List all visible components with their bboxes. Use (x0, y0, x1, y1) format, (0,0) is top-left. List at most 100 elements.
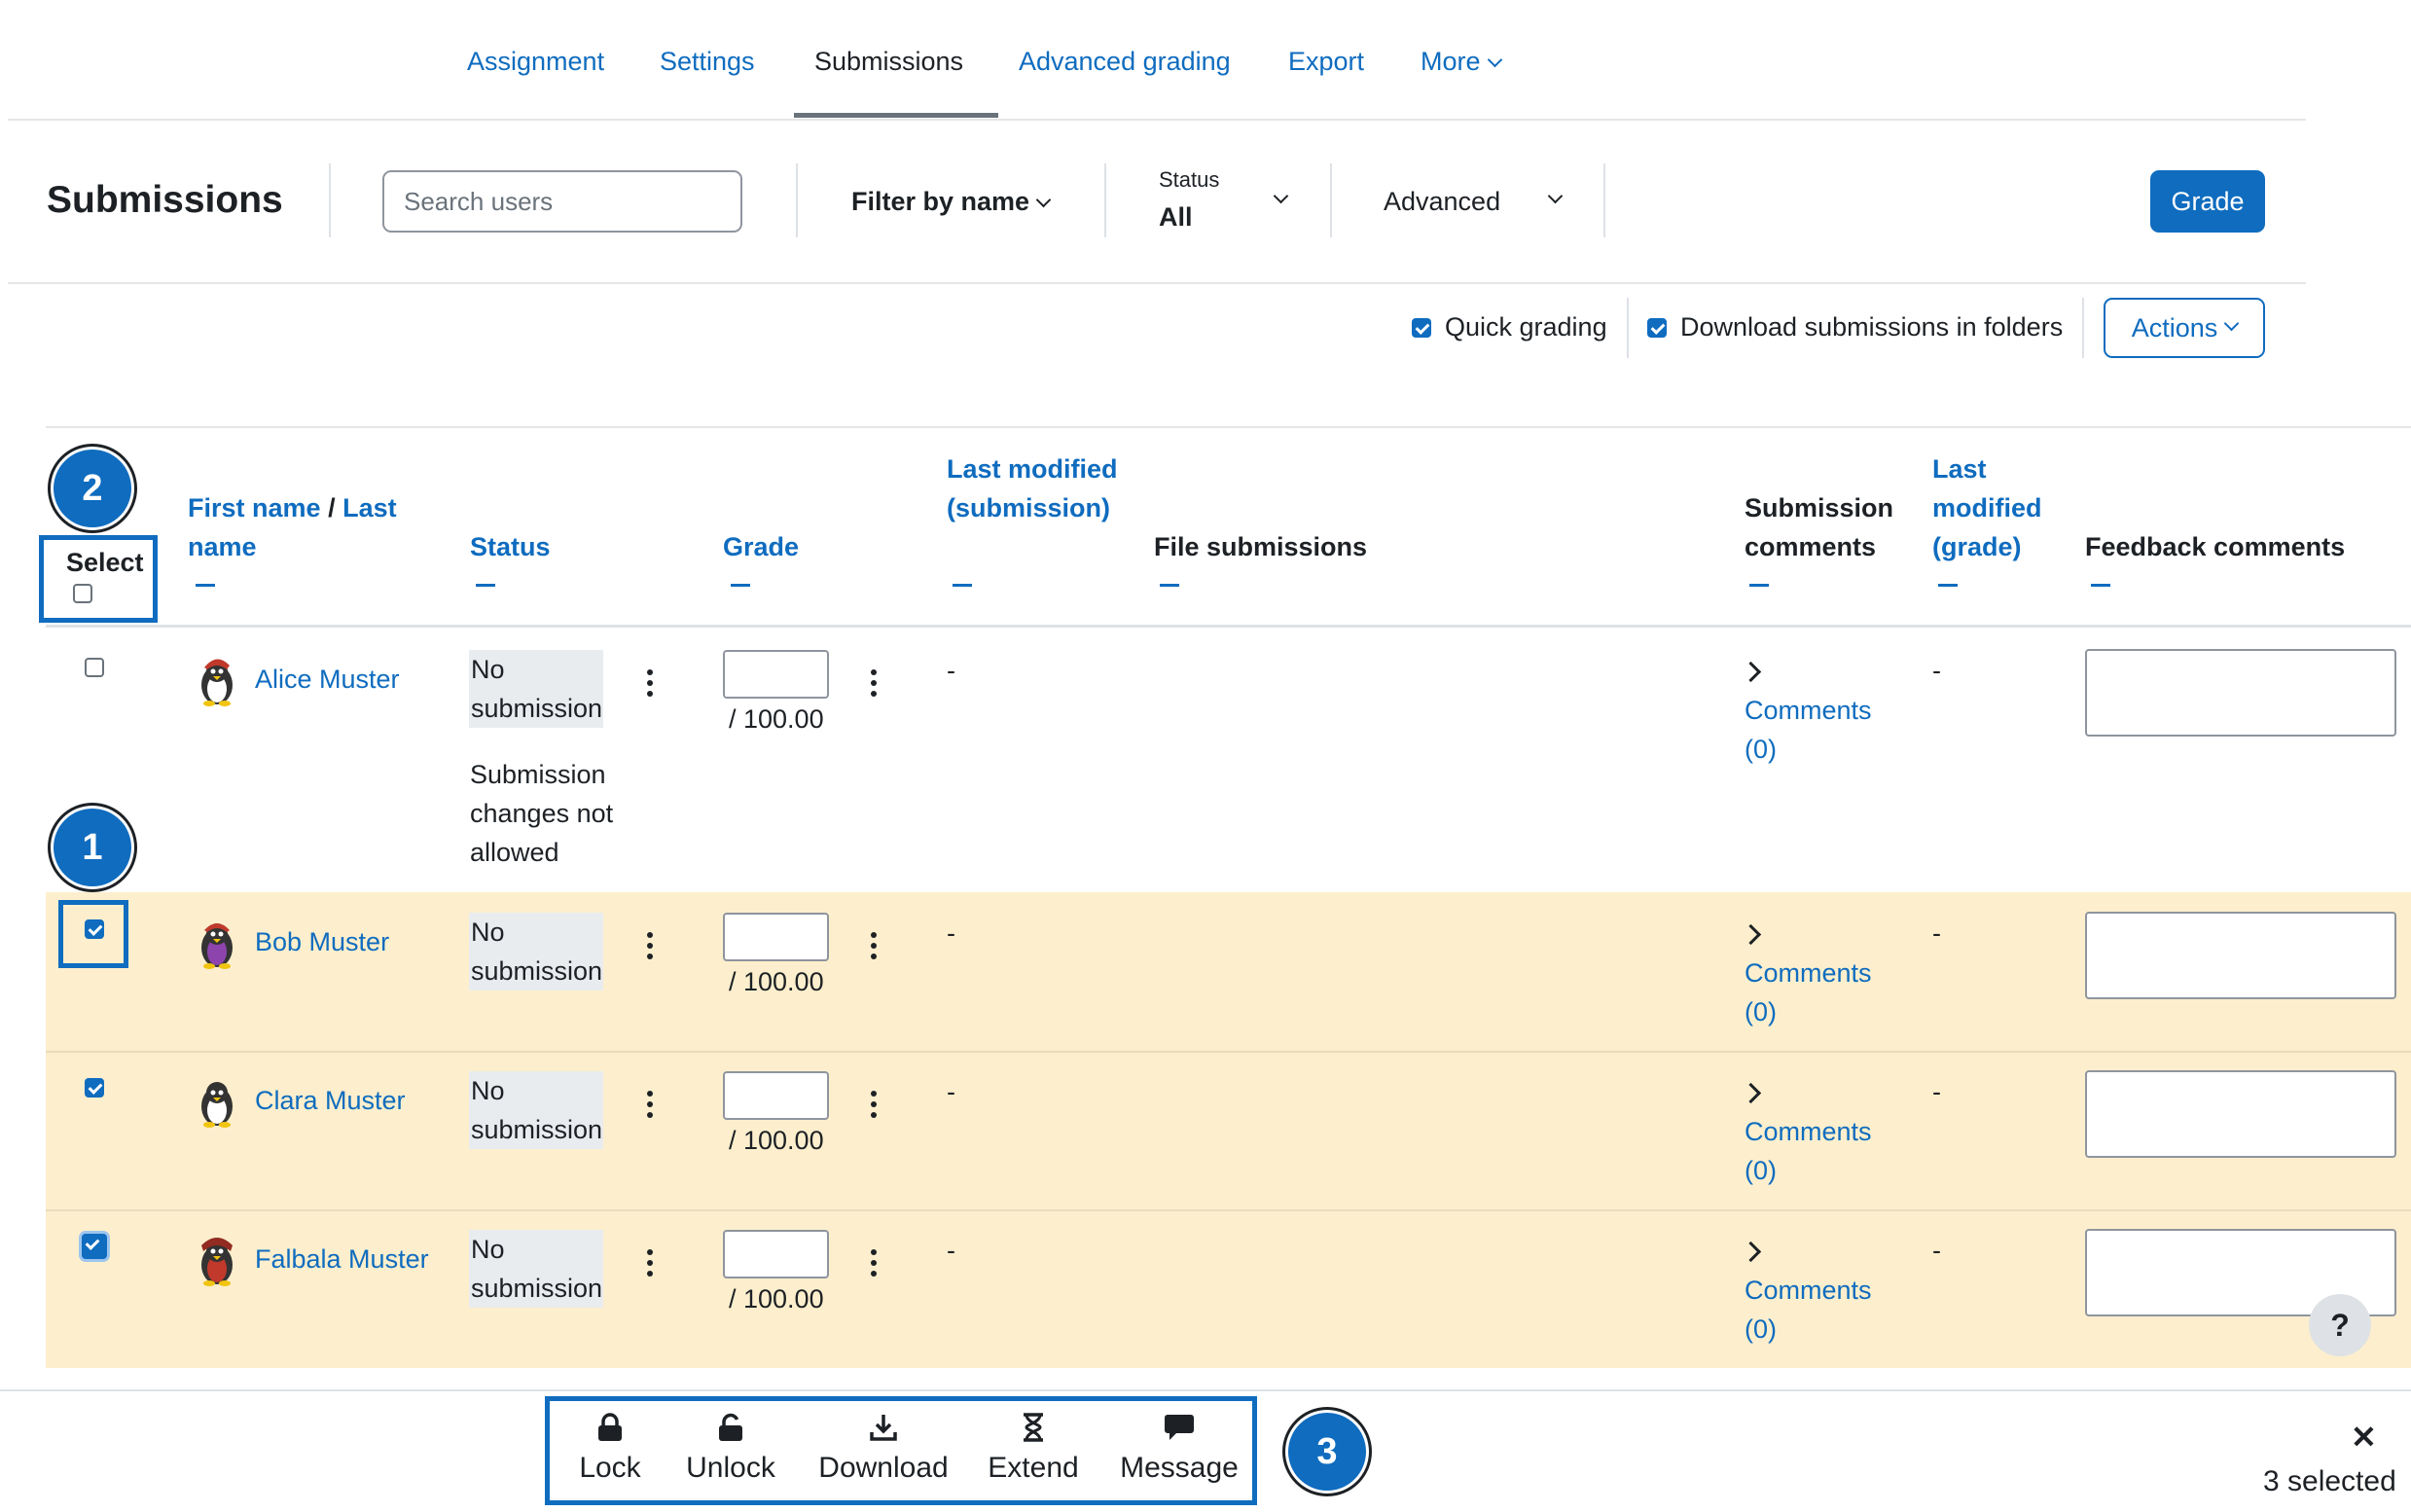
active-tab-indicator (794, 113, 998, 118)
grade-menu-icon[interactable] (871, 932, 877, 964)
quick-grading-checkbox[interactable] (1412, 318, 1431, 338)
chevron-down-icon (1487, 52, 1502, 68)
grade-max: / 100.00 (729, 967, 824, 996)
last-modified-submission-value: - (947, 656, 955, 685)
feedback-comments-textarea[interactable] (2085, 649, 2396, 737)
last-modified-submission-value: - (947, 1236, 955, 1265)
tab-settings[interactable]: Settings (660, 47, 755, 77)
status-column-header[interactable]: Status (470, 527, 551, 566)
extend-button[interactable]: Extend (987, 1413, 1080, 1485)
last-modified-submission-value: - (947, 1077, 955, 1106)
comments-link[interactable]: Comments (0) (1745, 1112, 1890, 1190)
divider (1603, 163, 1605, 237)
comments-link[interactable]: Comments (0) (1745, 1271, 1890, 1349)
comments-link[interactable]: Comments (0) (1745, 954, 1890, 1031)
selected-count: 3 selected (2263, 1465, 2396, 1497)
actions-dropdown-button[interactable]: Actions (2104, 298, 2265, 358)
status-badge: No submission (469, 1071, 603, 1149)
tab-more[interactable]: More (1421, 47, 1502, 77)
sort-dash-icon (1749, 584, 1769, 587)
download-folders-checkbox[interactable] (1647, 318, 1667, 338)
grade-button[interactable]: Grade (2150, 170, 2265, 233)
row-select-checkbox[interactable] (85, 658, 104, 677)
unlock-button[interactable]: Unlock (681, 1413, 780, 1485)
row-actions-menu-icon[interactable] (647, 932, 653, 964)
grade-input[interactable] (723, 1230, 829, 1278)
status-badge: No submission (469, 913, 603, 990)
status-badge: No submission (469, 650, 603, 728)
status-badge: No submission (469, 1230, 603, 1308)
tab-advanced-grading[interactable]: Advanced grading (1019, 47, 1231, 77)
download-folders-label: Download submissions in folders (1680, 312, 2064, 342)
grade-menu-icon[interactable] (871, 1091, 877, 1123)
name-column-header: First name / Last name (188, 488, 431, 566)
hourglass-icon (1024, 1413, 1043, 1442)
name-separator: / (328, 493, 336, 522)
grade-column-header[interactable]: Grade (723, 527, 799, 566)
row-select-checkbox[interactable] (82, 1234, 107, 1259)
grade-input[interactable] (723, 1071, 829, 1120)
user-name-link[interactable]: Clara Muster (255, 1086, 406, 1116)
help-button[interactable]: ? (2309, 1294, 2371, 1356)
callout-badge-2: 2 (54, 450, 131, 527)
lock-label: Lock (579, 1452, 641, 1484)
close-icon[interactable]: ✕ (2351, 1419, 2377, 1456)
sort-dash-icon (476, 584, 495, 587)
message-button[interactable]: Message (1119, 1413, 1240, 1485)
status-filter-value: All (1159, 202, 1193, 232)
selected-row-highlight (46, 1053, 2411, 1209)
callout-box-select-all (39, 535, 158, 623)
avatar (188, 650, 246, 708)
lock-button[interactable]: Lock (576, 1413, 644, 1485)
download-label: Download (818, 1452, 949, 1484)
tab-more-label: More (1421, 47, 1481, 76)
row-actions-menu-icon[interactable] (647, 1091, 653, 1123)
grade-max: / 100.00 (729, 1126, 824, 1155)
selected-row-highlight (46, 1211, 2411, 1368)
chevron-right-icon[interactable] (1740, 661, 1762, 683)
chevron-down-icon (1273, 188, 1289, 204)
feedback-comments-textarea[interactable] (2085, 912, 2396, 999)
user-name-link[interactable]: Alice Muster (255, 665, 400, 695)
last-modified-submission-column-header[interactable]: Last modified (submission) (947, 450, 1132, 527)
grade-input[interactable] (723, 650, 829, 699)
grade-menu-icon[interactable] (871, 1249, 877, 1281)
actions-label: Actions (2131, 312, 2218, 342)
tab-export[interactable]: Export (1288, 47, 1364, 77)
grade-max: / 100.00 (729, 1284, 824, 1314)
unlock-icon (719, 1413, 742, 1441)
row-select-checkbox[interactable] (85, 1078, 104, 1098)
download-button[interactable]: Download (815, 1413, 952, 1485)
row-actions-menu-icon[interactable] (647, 669, 653, 702)
divider (1330, 163, 1332, 237)
divider (1104, 163, 1106, 237)
sort-dash-icon (953, 584, 972, 587)
selected-row-highlight (46, 892, 2411, 1051)
divider (329, 163, 331, 237)
grade-max: / 100.00 (729, 704, 824, 734)
sort-first-name-link[interactable]: First name (188, 493, 321, 522)
search-users-input[interactable] (382, 170, 742, 233)
user-name-link[interactable]: Falbala Muster (255, 1244, 429, 1275)
submissions-toolbar: Submissions Filter by name Status All Ad… (8, 119, 2306, 284)
avatar (188, 1230, 246, 1288)
callout-badge-3: 3 (1288, 1413, 1366, 1491)
filter-by-name-dropdown[interactable]: Filter by name (851, 187, 1052, 217)
comments-link[interactable]: Comments (0) (1745, 691, 1890, 769)
divider (796, 163, 798, 237)
feedback-comments-textarea[interactable] (2085, 1070, 2396, 1158)
status-filter-label: Status (1159, 167, 1220, 192)
divider (1627, 298, 1629, 358)
tab-assignment[interactable]: Assignment (467, 47, 604, 77)
user-name-link[interactable]: Bob Muster (255, 927, 389, 957)
callout-box-row-checkbox (58, 900, 128, 968)
row-actions-menu-icon[interactable] (647, 1249, 653, 1281)
last-modified-grade-column-header[interactable]: Last modified (grade) (1932, 450, 2059, 566)
last-modified-grade-value: - (1932, 656, 1941, 685)
message-icon (1165, 1415, 1194, 1440)
filter-by-name-label: Filter by name (851, 187, 1030, 216)
grade-menu-icon[interactable] (871, 669, 877, 702)
message-label: Message (1120, 1452, 1239, 1484)
tab-submissions[interactable]: Submissions (814, 47, 963, 77)
grade-input[interactable] (723, 913, 829, 961)
